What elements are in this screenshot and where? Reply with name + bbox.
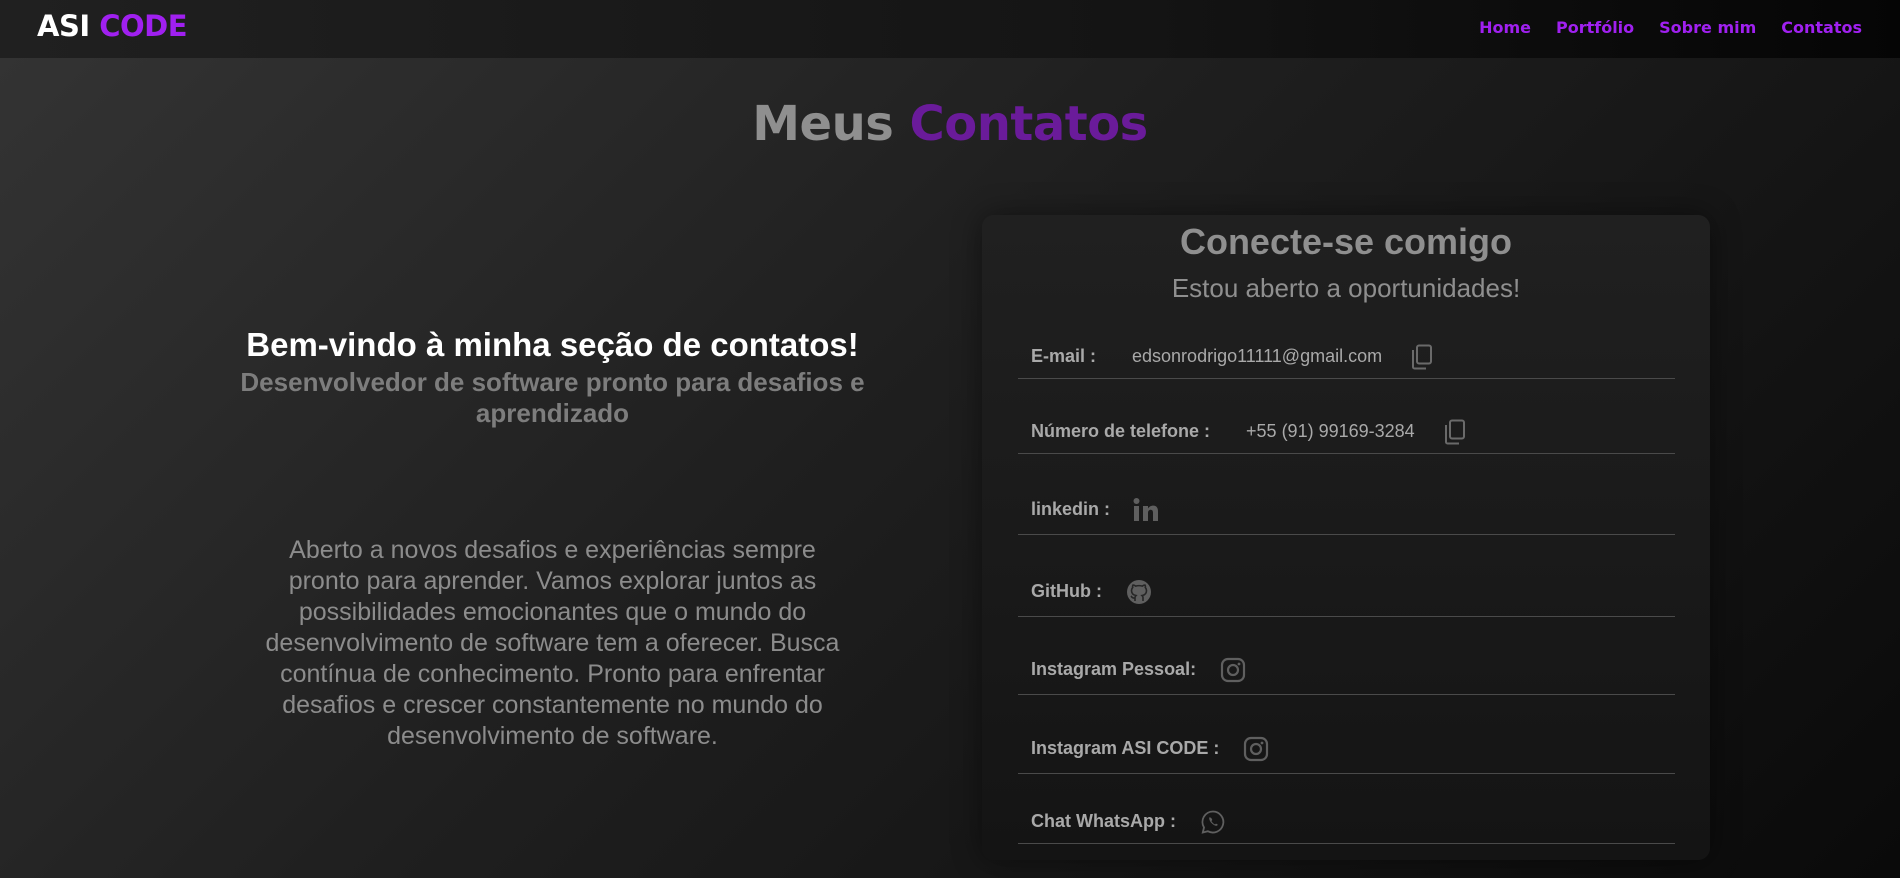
contact-card: Conecte-se comigo Estou aberto a oportun…	[982, 215, 1710, 860]
whatsapp-label: Chat WhatsApp :	[1031, 811, 1176, 831]
page-title-part1: Meus	[752, 96, 894, 152]
logo-part2: CODE	[99, 9, 188, 43]
contact-row-linkedin: linkedin :	[1018, 485, 1675, 535]
whatsapp-icon[interactable]	[1200, 809, 1226, 835]
contact-row-instagram-pessoal: Instagram Pessoal:	[1018, 645, 1675, 695]
welcome-subtitle: Desenvolvedor de software pronto para de…	[240, 367, 865, 428]
card-title: Conecte-se comigo	[1179, 221, 1513, 262]
instagram-asicode-label: Instagram ASI CODE :	[1031, 738, 1220, 758]
phone-label: Número de telefone :	[1031, 421, 1211, 441]
contact-row-whatsapp: Chat WhatsApp :	[1018, 800, 1675, 844]
contact-row-email: E-mail : edsonrodrigo11111@gmail.com	[1018, 335, 1675, 379]
nav-sobre-mim[interactable]: Sobre mim	[1659, 18, 1756, 37]
instagram-icon[interactable]	[1220, 657, 1246, 683]
nav-home[interactable]: Home	[1479, 18, 1531, 37]
page-title: Meus Contatos	[0, 96, 1900, 152]
copy-icon[interactable]	[1410, 344, 1434, 370]
contact-row-github: GitHub :	[1018, 567, 1675, 617]
logo-part1: ASI	[37, 9, 90, 43]
logo[interactable]: ASI CODE	[37, 9, 188, 43]
main-nav: Home Portfólio Sobre mim Contatos	[1479, 18, 1862, 37]
github-icon[interactable]	[1126, 579, 1152, 605]
contact-row-instagram-asicode: Instagram ASI CODE :	[1018, 724, 1675, 774]
card-subtitle: Estou aberto a oportunidades!	[1171, 273, 1521, 303]
nav-portfolio[interactable]: Portfólio	[1556, 18, 1634, 37]
instagram-icon[interactable]	[1243, 736, 1269, 762]
nav-contatos[interactable]: Contatos	[1781, 18, 1862, 37]
copy-icon[interactable]	[1443, 419, 1467, 445]
email-value: edsonrodrigo11111@gmail.com	[1132, 346, 1383, 366]
email-label: E-mail :	[1031, 346, 1097, 366]
github-label: GitHub :	[1031, 581, 1102, 601]
about-description: Aberto a novos desafios e experiências s…	[265, 536, 840, 750]
linkedin-icon[interactable]	[1132, 496, 1160, 524]
top-navbar: ASI CODE Home Portfólio Sobre mim Contat…	[0, 0, 1900, 58]
welcome-heading: Bem-vindo à minha seção de contatos!	[246, 326, 859, 363]
contact-row-phone: Número de telefone : +55 (91) 99169-3284	[1018, 410, 1675, 454]
phone-value: +55 (91) 99169-3284	[1246, 421, 1415, 441]
linkedin-label: linkedin :	[1031, 499, 1111, 519]
instagram-pessoal-label: Instagram Pessoal:	[1031, 659, 1197, 679]
page-title-part2: Contatos	[909, 96, 1149, 152]
